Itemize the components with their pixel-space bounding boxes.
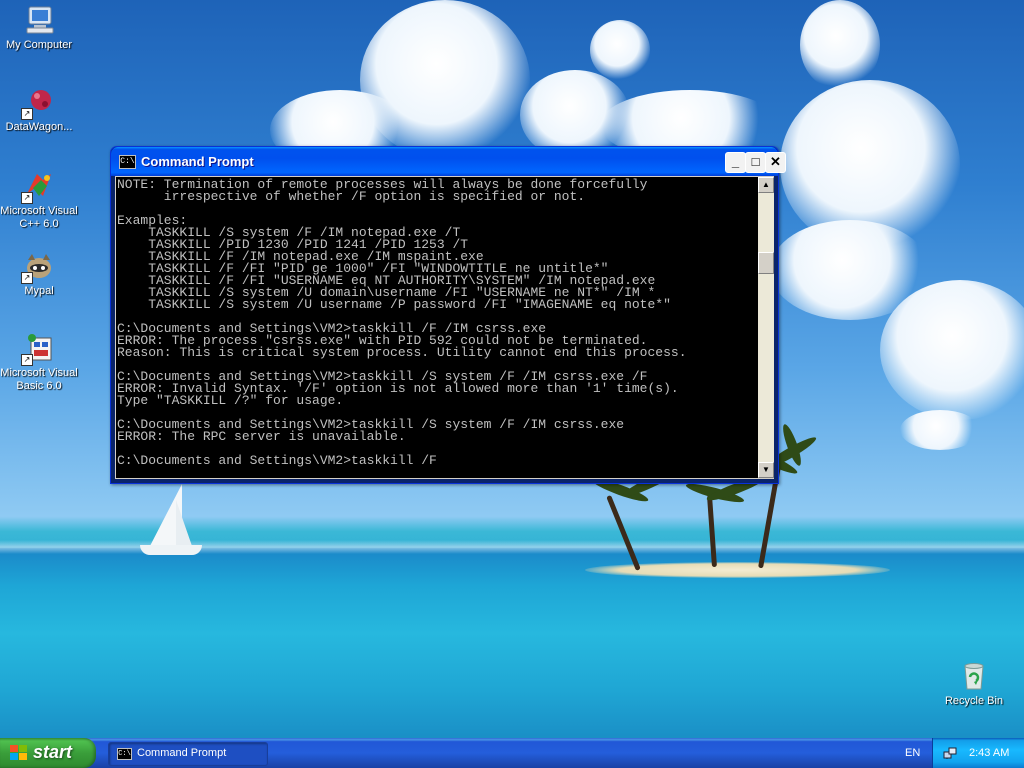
computer-icon	[23, 4, 55, 36]
shortcut-arrow-icon: ↗	[21, 272, 33, 284]
maximize-button[interactable]: □	[745, 152, 766, 173]
desktop-icon-my-computer[interactable]: My Computer	[0, 4, 78, 52]
cloud	[880, 280, 1024, 420]
sailboat-hull	[140, 545, 202, 555]
desktop-icon-label: Microsoft Visual Basic 6.0	[0, 367, 78, 392]
desktop-icon-label: DataWagon...	[5, 121, 73, 133]
desktop-icon-recycle-bin[interactable]: Recycle Bin	[935, 660, 1013, 708]
island	[585, 562, 890, 578]
sea	[0, 548, 1024, 738]
desktop-icon-visual-cpp[interactable]: ↗ Microsoft Visual C++ 6.0	[0, 170, 78, 231]
window-frame: NOTE: Termination of remote processes wi…	[115, 176, 774, 479]
desktop-icon-label: Mypal	[24, 285, 54, 297]
shortcut-arrow-icon: ↗	[21, 108, 33, 120]
minimize-button[interactable]: _	[725, 152, 746, 173]
desktop: My Computer ↗ DataWagon... ↗ Microsoft V…	[0, 0, 1024, 738]
visual-cpp-icon: ↗	[21, 170, 55, 204]
language-indicator[interactable]: EN	[905, 747, 920, 759]
window-titlebar[interactable]: C:\ Command Prompt _ □ ✕	[111, 147, 786, 176]
logo-segment	[10, 753, 18, 760]
window-title: Command Prompt	[141, 154, 254, 169]
system-tray: 2:43 AM	[932, 738, 1024, 768]
shortcut-arrow-icon: ↗	[21, 354, 33, 366]
desktop-icon-visual-basic[interactable]: ↗ Microsoft Visual Basic 6.0	[0, 332, 78, 393]
clock[interactable]: 2:43 AM	[969, 747, 1009, 759]
logo-segment	[19, 745, 27, 752]
start-button[interactable]: start	[0, 738, 96, 768]
desktop-icon-label: Recycle Bin	[944, 695, 1004, 707]
vertical-scrollbar[interactable]: ▲ ▼	[758, 177, 774, 478]
desktop-icon-label: Microsoft Visual C++ 6.0	[0, 205, 78, 230]
cloud	[590, 20, 650, 80]
desktop-icon-mypal[interactable]: ↗ Mypal	[0, 250, 78, 298]
network-icon[interactable]	[943, 746, 957, 760]
taskbar: start C:\ Command Prompt EN 2:43 AM	[0, 738, 1024, 768]
recycle-bin-icon	[958, 660, 990, 692]
console-icon: C:\	[117, 748, 132, 760]
console-text: NOTE: Termination of remote processes wi…	[117, 177, 687, 468]
cloud	[800, 0, 880, 90]
scroll-up-button[interactable]: ▲	[758, 177, 774, 193]
shortcut-arrow-icon: ↗	[21, 192, 33, 204]
logo-segment	[10, 745, 18, 752]
taskbar-item-command-prompt[interactable]: C:\ Command Prompt	[108, 742, 268, 766]
scroll-thumb[interactable]	[758, 252, 774, 274]
visual-basic-icon: ↗	[21, 332, 55, 366]
desktop-icon-datawagon[interactable]: ↗ DataWagon...	[0, 86, 78, 134]
datawagon-icon: ↗	[21, 86, 55, 120]
sailboat-sail	[176, 500, 192, 546]
console-icon[interactable]: C:\	[119, 155, 136, 169]
logo-segment	[19, 753, 27, 760]
close-button[interactable]: ✕	[765, 152, 786, 173]
scroll-down-button[interactable]: ▼	[758, 462, 774, 478]
desktop-icon-label: My Computer	[5, 39, 73, 51]
taskbar-item-label: Command Prompt	[137, 747, 227, 759]
console-output[interactable]: NOTE: Termination of remote processes wi…	[116, 177, 758, 478]
start-label: start	[33, 742, 73, 762]
command-prompt-window[interactable]: C:\ Command Prompt _ □ ✕ NOTE: Terminati…	[110, 146, 786, 484]
cloud	[900, 410, 980, 450]
windows-logo-icon	[10, 745, 28, 761]
mypal-raccoon-icon: ↗	[21, 250, 55, 284]
